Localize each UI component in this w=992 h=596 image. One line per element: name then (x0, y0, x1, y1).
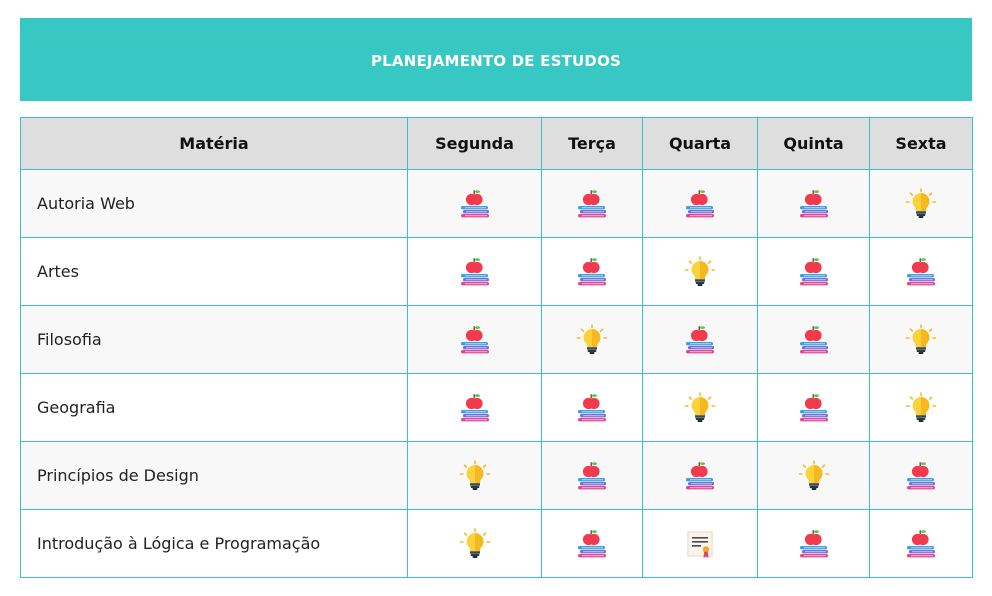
cell-quarta (642, 237, 758, 306)
lightbulb-icon (797, 459, 831, 493)
lightbulb-icon (458, 527, 492, 561)
cell-quinta (757, 305, 870, 374)
books-apple-icon (683, 323, 717, 357)
certificate-icon (683, 527, 717, 561)
page-title: PLANEJAMENTO DE ESTUDOS (370, 51, 622, 70)
cell-quarta (642, 441, 758, 510)
cell-segunda (407, 305, 542, 374)
books-apple-icon (797, 527, 831, 561)
lightbulb-icon (683, 391, 717, 425)
subject-cell: Introdução à Lógica e Programação (20, 509, 408, 578)
table-row: Artes (20, 237, 973, 306)
cell-quinta (757, 509, 870, 578)
table-row: Introdução à Lógica e Programação (20, 509, 973, 578)
subject-cell: Artes (20, 237, 408, 306)
books-apple-icon (575, 391, 609, 425)
books-apple-icon (458, 255, 492, 289)
table-row: Autoria Web (20, 169, 973, 238)
cell-segunda (407, 373, 542, 442)
books-apple-icon (797, 323, 831, 357)
cell-quinta (757, 441, 870, 510)
cell-segunda (407, 441, 542, 510)
cell-sexta (869, 169, 973, 238)
header-row: Matéria Segunda Terça Quarta Quinta Sext… (20, 117, 973, 170)
books-apple-icon (683, 187, 717, 221)
cell-terca (541, 237, 643, 306)
column-header-terca: Terça (541, 117, 643, 170)
subject-cell: Geografia (20, 373, 408, 442)
books-apple-icon (904, 255, 938, 289)
books-apple-icon (575, 459, 609, 493)
cell-quarta (642, 169, 758, 238)
books-apple-icon (575, 187, 609, 221)
column-header-sexta: Sexta (869, 117, 973, 170)
cell-sexta (869, 373, 973, 442)
study-schedule-table: Matéria Segunda Terça Quarta Quinta Sext… (20, 117, 973, 578)
table-row: Princípios de Design (20, 441, 973, 510)
table-body: Autoria Web Artes Filosofia Geografia Princí… (20, 169, 973, 578)
cell-segunda (407, 237, 542, 306)
cell-quinta (757, 373, 870, 442)
cell-quarta (642, 509, 758, 578)
cell-sexta (869, 509, 973, 578)
cell-terca (541, 441, 643, 510)
subject-cell: Princípios de Design (20, 441, 408, 510)
column-header-quinta: Quinta (757, 117, 870, 170)
lightbulb-icon (904, 323, 938, 357)
books-apple-icon (575, 527, 609, 561)
table-row: Geografia (20, 373, 973, 442)
cell-quinta (757, 169, 870, 238)
books-apple-icon (797, 187, 831, 221)
books-apple-icon (458, 391, 492, 425)
page: PLANEJAMENTO DE ESTUDOS Matéria Segunda … (0, 0, 992, 596)
cell-terca (541, 169, 643, 238)
cell-sexta (869, 305, 973, 374)
books-apple-icon (458, 323, 492, 357)
table-row: Filosofia (20, 305, 973, 374)
column-header-materia: Matéria (20, 117, 408, 170)
lightbulb-icon (904, 187, 938, 221)
books-apple-icon (575, 255, 609, 289)
books-apple-icon (797, 255, 831, 289)
lightbulb-icon (904, 391, 938, 425)
books-apple-icon (904, 459, 938, 493)
cell-quarta (642, 305, 758, 374)
cell-terca (541, 305, 643, 374)
cell-quarta (642, 373, 758, 442)
cell-sexta (869, 441, 973, 510)
lightbulb-icon (575, 323, 609, 357)
lightbulb-icon (683, 255, 717, 289)
cell-segunda (407, 169, 542, 238)
lightbulb-icon (458, 459, 492, 493)
cell-segunda (407, 509, 542, 578)
books-apple-icon (458, 187, 492, 221)
subject-cell: Autoria Web (20, 169, 408, 238)
books-apple-icon (797, 391, 831, 425)
books-apple-icon (904, 527, 938, 561)
books-apple-icon (683, 459, 717, 493)
cell-terca (541, 373, 643, 442)
cell-terca (541, 509, 643, 578)
cell-sexta (869, 237, 973, 306)
subject-cell: Filosofia (20, 305, 408, 374)
cell-quinta (757, 237, 870, 306)
column-header-quarta: Quarta (642, 117, 758, 170)
column-header-segunda: Segunda (407, 117, 542, 170)
header-banner: PLANEJAMENTO DE ESTUDOS (20, 18, 972, 101)
